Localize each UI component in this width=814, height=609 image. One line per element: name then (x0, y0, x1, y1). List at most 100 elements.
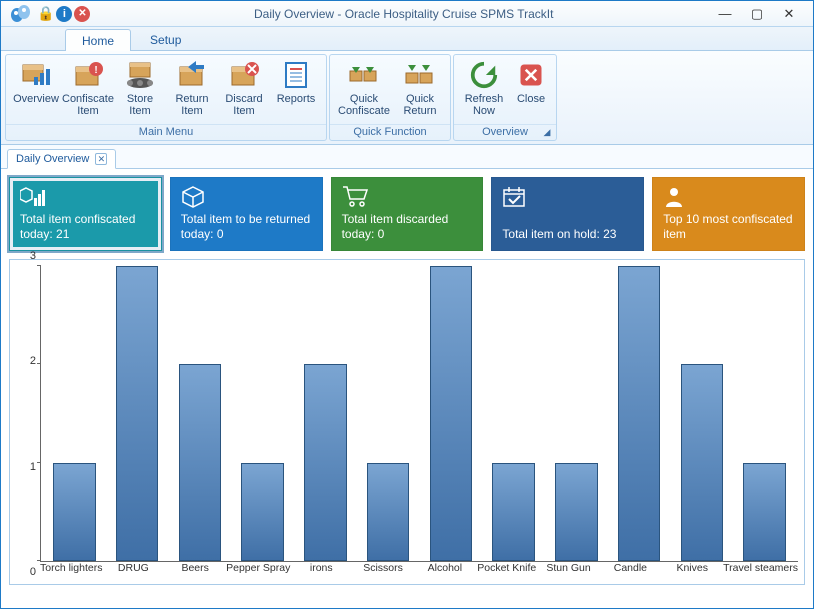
y-tick-label: 2 (30, 355, 36, 367)
x-tick-label: Scissors (352, 562, 414, 582)
minimize-button[interactable]: — (717, 7, 733, 21)
return-item-button[interactable]: Return Item (166, 57, 218, 122)
button-label: Refresh Now (465, 93, 504, 117)
box-alert-icon: ! (72, 59, 104, 91)
button-label: Overview (13, 93, 59, 105)
boxes-up-icon (404, 59, 436, 91)
tile-label: Total item to be returned today: 0 (181, 212, 312, 242)
info-icon[interactable]: i (56, 6, 72, 22)
bar (169, 266, 232, 561)
svg-text:!: ! (94, 65, 97, 76)
y-tick-label: 1 (30, 461, 36, 473)
button-label: Store Item (127, 93, 153, 117)
content-area: Total item confiscated today: 21 Total i… (1, 169, 813, 593)
chart-x-axis: Torch lightersDRUGBeersPepper Sprayirons… (40, 562, 798, 582)
bar (545, 266, 608, 561)
ribbon-tabstrip: Home Setup (1, 27, 813, 51)
cube-chart-icon (20, 186, 151, 210)
x-tick-label: Beers (164, 562, 226, 582)
store-item-button[interactable]: Store Item (114, 57, 166, 122)
x-tick-label: Knives (661, 562, 723, 582)
y-tick-label: 0 (30, 566, 36, 578)
bar (420, 266, 483, 561)
chart-plot-area (40, 266, 798, 562)
doc-tab-close-icon[interactable]: ✕ (95, 153, 107, 165)
ribbon-group-quick-function: Quick Confiscate Quick Return Quick Func… (329, 54, 451, 141)
discard-item-button[interactable]: Discard Item (218, 57, 270, 122)
bar (231, 266, 294, 561)
tile-label: Total item on hold: 23 (502, 227, 633, 242)
quick-return-button[interactable]: Quick Return (394, 57, 446, 122)
tab-setup[interactable]: Setup (133, 28, 198, 50)
doc-tab-label: Daily Overview (16, 153, 89, 165)
title-bar: 🔒 i ✕ Daily Overview - Oracle Hospitalit… (1, 1, 813, 27)
reports-button[interactable]: Reports (270, 57, 322, 122)
bar (294, 266, 357, 561)
ribbon-group-main-menu: Overview ! Confiscate Item Store Item Re… (5, 54, 327, 141)
window-title: Daily Overview - Oracle Hospitality Crui… (90, 7, 717, 21)
x-tick-label: Candle (599, 562, 661, 582)
x-tick-label: irons (290, 562, 352, 582)
x-tick-label: DRUG (102, 562, 164, 582)
app-icon (7, 3, 35, 25)
quick-confiscate-button[interactable]: Quick Confiscate (334, 57, 394, 122)
button-label: Close (517, 93, 545, 105)
x-tick-label: Stun Gun (538, 562, 600, 582)
tab-home[interactable]: Home (65, 29, 131, 51)
tile-on-hold[interactable]: Total item on hold: 23 (491, 177, 644, 251)
chart-container: 0123 Torch lightersDRUGBeersPepper Spray… (9, 259, 805, 585)
maximize-button[interactable]: ▢ (749, 7, 765, 21)
report-icon (280, 59, 312, 91)
refresh-now-button[interactable]: Refresh Now (458, 57, 510, 122)
doc-tab-daily-overview[interactable]: Daily Overview ✕ (7, 149, 116, 169)
close-button[interactable]: ✕ (781, 7, 797, 21)
bar (106, 266, 169, 561)
person-icon (663, 186, 794, 210)
confiscate-item-button[interactable]: ! Confiscate Item (62, 57, 114, 122)
summary-tiles: Total item confiscated today: 21 Total i… (9, 177, 805, 251)
tile-label: Total item confiscated today: 21 (20, 212, 151, 242)
bar (43, 266, 106, 561)
cart-icon (342, 186, 473, 210)
chart-y-axis: 0123 (16, 266, 40, 582)
ribbon-group-overview: Refresh Now Close Overview◢ (453, 54, 557, 141)
tile-confiscated-today[interactable]: Total item confiscated today: 21 (9, 177, 162, 251)
tile-top10[interactable]: Top 10 most confiscated item (652, 177, 805, 251)
boxes-down-icon (348, 59, 380, 91)
tile-to-be-returned[interactable]: Total item to be returned today: 0 (170, 177, 323, 251)
box-return-icon (176, 59, 208, 91)
box-conveyor-icon (124, 59, 156, 91)
bar (608, 266, 671, 561)
button-label: Return Item (175, 93, 208, 117)
ribbon-group-label: Main Menu (6, 124, 326, 140)
box-chart-icon (20, 59, 52, 91)
close-view-button[interactable]: Close (510, 57, 552, 122)
button-label: Discard Item (225, 93, 262, 117)
x-tick-label: Torch lighters (40, 562, 102, 582)
button-label: Quick Return (403, 93, 436, 117)
close-icon (515, 59, 547, 91)
ribbon: Overview ! Confiscate Item Store Item Re… (1, 51, 813, 145)
dialog-launcher-icon[interactable]: ◢ (541, 127, 553, 139)
calendar-check-icon (502, 186, 633, 210)
lock-icon[interactable]: 🔒 (37, 5, 54, 22)
button-label: Quick Confiscate (338, 93, 390, 117)
x-tick-label: Pocket Knife (476, 562, 538, 582)
titlebar-close-icon[interactable]: ✕ (74, 6, 90, 22)
bar (733, 266, 796, 561)
button-label: Confiscate Item (62, 93, 114, 117)
y-tick-label: 3 (30, 250, 36, 262)
box-discard-icon (228, 59, 260, 91)
ribbon-group-label: Quick Function (330, 124, 450, 140)
bar (671, 266, 734, 561)
ribbon-group-label: Overview◢ (454, 124, 556, 140)
bar (482, 266, 545, 561)
tile-label: Total item discarded today: 0 (342, 212, 473, 242)
overview-button[interactable]: Overview (10, 57, 62, 122)
refresh-icon (468, 59, 500, 91)
bar (357, 266, 420, 561)
tile-discarded-today[interactable]: Total item discarded today: 0 (331, 177, 484, 251)
button-label: Reports (277, 93, 316, 105)
x-tick-label: Pepper Spray (226, 562, 290, 582)
cube-icon (181, 186, 312, 210)
